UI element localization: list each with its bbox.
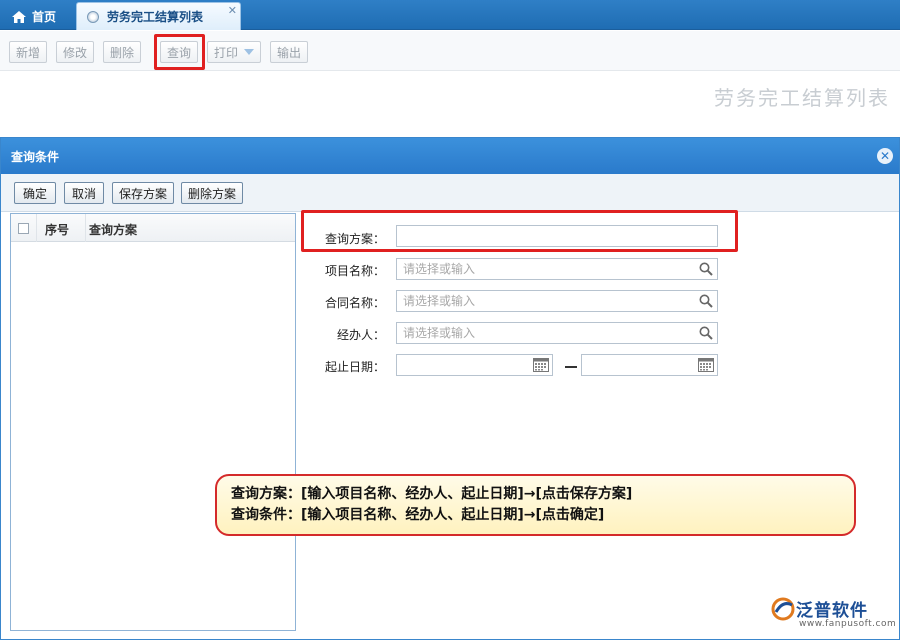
scheme-list-header: 序号 查询方案 [11, 214, 295, 242]
handler-field[interactable] [396, 322, 718, 344]
project-input[interactable] [403, 262, 717, 276]
brand-logo-icon [771, 597, 795, 621]
project-label: 项目名称： [324, 264, 385, 278]
delete-scheme-button[interactable]: 删除方案 [181, 182, 243, 204]
calendar-icon[interactable] [533, 358, 549, 372]
add-button[interactable]: 新增 [9, 41, 47, 63]
ok-button[interactable]: 确定 [14, 182, 56, 204]
contract-label: 合同名称： [324, 296, 385, 310]
brand-name: 泛普软件 [796, 601, 868, 621]
main-toolbar: 新增 修改 删除 查询 打印 输出 [0, 31, 900, 71]
tab-home[interactable]: 首页 [4, 3, 74, 30]
print-button-label: 打印 [213, 45, 238, 60]
tab-settlement-list-label: 劳务完工结算列表 [107, 10, 204, 24]
tab-page-icon [87, 10, 99, 23]
column-divider [36, 214, 37, 242]
tab-close-icon[interactable]: ✕ [228, 4, 237, 17]
instruction-note: 查询方案：[输入项目名称、经办人、起止日期]→[点击保存方案] 查询条件：[输入… [215, 474, 856, 536]
query-dialog: 查询条件 ✕ 确定 取消 保存方案 删除方案 序号 查询方案 查询方案： 项目名… [0, 137, 900, 640]
close-icon[interactable]: ✕ [877, 148, 893, 164]
tab-settlement-list[interactable]: 劳务完工结算列表 ✕ [76, 2, 241, 30]
search-icon[interactable] [699, 262, 713, 276]
page-title: 劳务完工结算列表 [714, 86, 890, 110]
column-divider [85, 214, 86, 242]
chevron-down-icon [244, 49, 254, 55]
scheme-list: 序号 查询方案 [10, 213, 296, 631]
instruction-line-1: 查询方案：[输入项目名称、经办人、起止日期]→[点击保存方案] [231, 486, 633, 502]
dialog-toolbar: 确定 取消 保存方案 删除方案 [1, 174, 899, 212]
calendar-icon[interactable] [698, 358, 714, 372]
handler-input[interactable] [403, 326, 717, 340]
tab-bar: 首页 劳务完工结算列表 ✕ [0, 0, 900, 30]
dialog-title: 查询条件 [11, 149, 60, 164]
search-icon[interactable] [699, 294, 713, 308]
home-icon [12, 10, 26, 23]
save-scheme-button[interactable]: 保存方案 [112, 182, 174, 204]
search-icon[interactable] [699, 326, 713, 340]
date-start-field[interactable] [396, 354, 553, 376]
project-field[interactable] [396, 258, 718, 280]
contract-input[interactable] [403, 294, 717, 308]
tab-home-label: 首页 [32, 10, 57, 24]
column-seq: 序号 [45, 223, 70, 237]
scheme-field-highlight [301, 210, 738, 252]
select-all-checkbox[interactable] [18, 223, 29, 234]
dialog-header: 查询条件 ✕ [1, 138, 899, 174]
handler-label: 经办人： [336, 328, 385, 342]
column-scheme-name: 查询方案 [89, 223, 138, 237]
print-button[interactable]: 打印 [207, 41, 261, 63]
delete-button[interactable]: 删除 [103, 41, 141, 63]
query-button-highlight [154, 34, 205, 70]
date-end-field[interactable] [581, 354, 718, 376]
date-range-separator [565, 366, 577, 368]
edit-button[interactable]: 修改 [56, 41, 94, 63]
date-start-input[interactable] [403, 358, 552, 372]
instruction-line-2: 查询条件：[输入项目名称、经办人、起止日期]→[点击确定] [231, 507, 605, 523]
brand-url: www.fanpusoft.com [799, 619, 897, 629]
date-label: 起止日期： [324, 360, 385, 374]
contract-field[interactable] [396, 290, 718, 312]
cancel-button[interactable]: 取消 [64, 182, 104, 204]
export-button[interactable]: 输出 [270, 41, 308, 63]
